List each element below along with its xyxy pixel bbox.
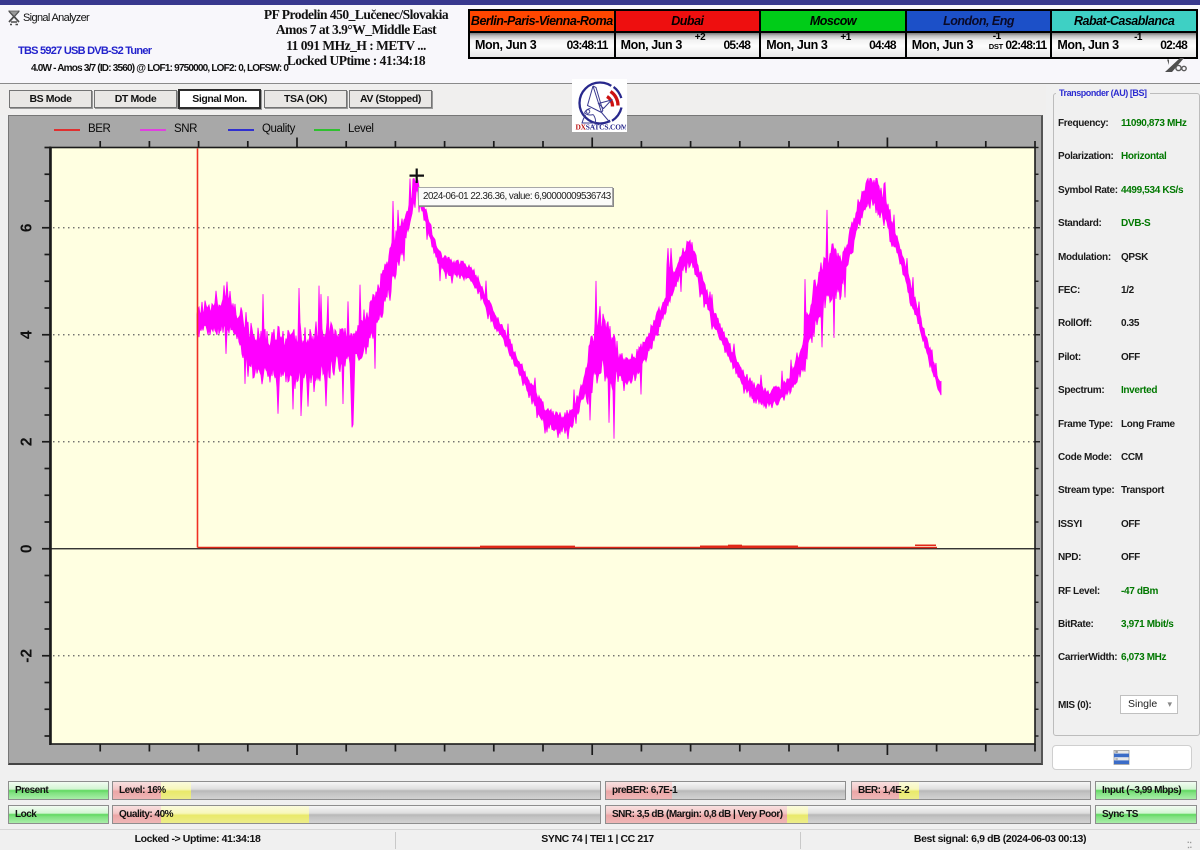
svg-text:SATCS.COM: SATCS.COM bbox=[586, 123, 626, 132]
